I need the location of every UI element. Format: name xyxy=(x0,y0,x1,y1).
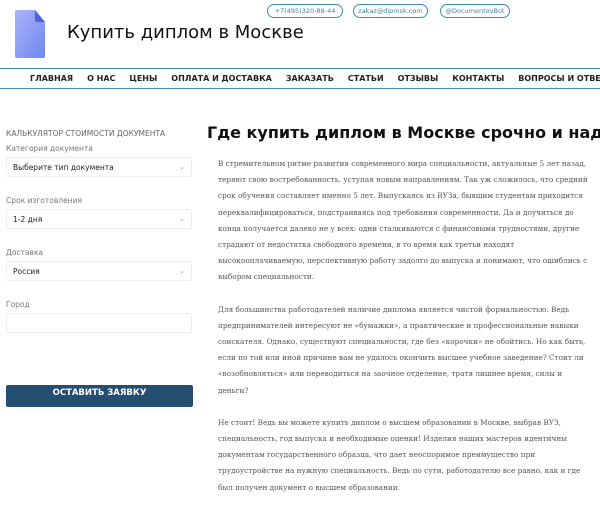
email-link[interactable]: zakaz@dipmsk.com xyxy=(353,4,428,18)
nav-item-about[interactable]: О НАС xyxy=(87,74,115,83)
category-select[interactable]: Выберите тип документа ⌄ xyxy=(6,157,192,177)
term-label: Срок изготовления xyxy=(6,196,82,205)
telegram-link[interactable]: @DocumentovBot xyxy=(440,4,510,18)
paragraph: Для большинства работодателей наличие ди… xyxy=(218,304,586,395)
price-calculator: КАЛЬКУЛЯТОР СТОИМОСТИ ДОКУМЕНТА Категори… xyxy=(6,129,195,333)
site-title[interactable]: Купить диплом в Москве xyxy=(67,22,304,43)
calculator-heading: КАЛЬКУЛЯТОР СТОИМОСТИ ДОКУМЕНТА xyxy=(6,129,166,138)
city-label: Город xyxy=(6,300,30,309)
paragraph: В стремительном ритме развития современн… xyxy=(218,159,588,282)
category-label: Категория документа xyxy=(6,144,93,153)
article-title: Где купить диплом в Москве срочно и наде… xyxy=(207,123,600,142)
submit-request-button[interactable]: ОСТАВИТЬ ЗАЯВКУ xyxy=(6,385,193,407)
chevron-down-icon: ⌄ xyxy=(179,215,185,223)
term-select[interactable]: 1-2 дня ⌄ xyxy=(6,209,192,229)
chevron-down-icon: ⌄ xyxy=(179,267,185,275)
nav-item-home[interactable]: ГЛАВНАЯ xyxy=(30,74,73,83)
nav-item-faq[interactable]: ВОПРОСЫ И ОТВЕТЫ xyxy=(518,74,600,83)
delivery-label: Доставка xyxy=(6,248,44,257)
nav-item-prices[interactable]: ЦЕНЫ xyxy=(129,74,157,83)
delivery-select[interactable]: Россия ⌄ xyxy=(6,261,192,281)
nav-item-reviews[interactable]: ОТЗЫВЫ xyxy=(398,74,439,83)
delivery-value: Россия xyxy=(13,266,40,276)
document-logo-icon xyxy=(15,10,45,58)
category-value: Выберите тип документа xyxy=(13,162,114,172)
article-body: В стремительном ритме развития современн… xyxy=(218,156,593,512)
nav-item-articles[interactable]: СТАТЬИ xyxy=(348,74,384,83)
nav-item-payment[interactable]: ОПЛАТА И ДОСТАВКА xyxy=(171,74,272,83)
city-input[interactable] xyxy=(6,313,192,333)
paragraph: Не стоит! Ведь вы можете купить диплом о… xyxy=(218,417,581,492)
main-nav: ГЛАВНАЯ О НАС ЦЕНЫ ОПЛАТА И ДОСТАВКА ЗАК… xyxy=(0,68,600,89)
term-value: 1-2 дня xyxy=(13,214,43,224)
phone-link[interactable]: +7(495)320-88-44 xyxy=(267,4,343,18)
chevron-down-icon: ⌄ xyxy=(179,163,185,171)
nav-item-contacts[interactable]: КОНТАКТЫ xyxy=(452,74,504,83)
nav-item-order[interactable]: ЗАКАЗАТЬ xyxy=(286,74,334,83)
